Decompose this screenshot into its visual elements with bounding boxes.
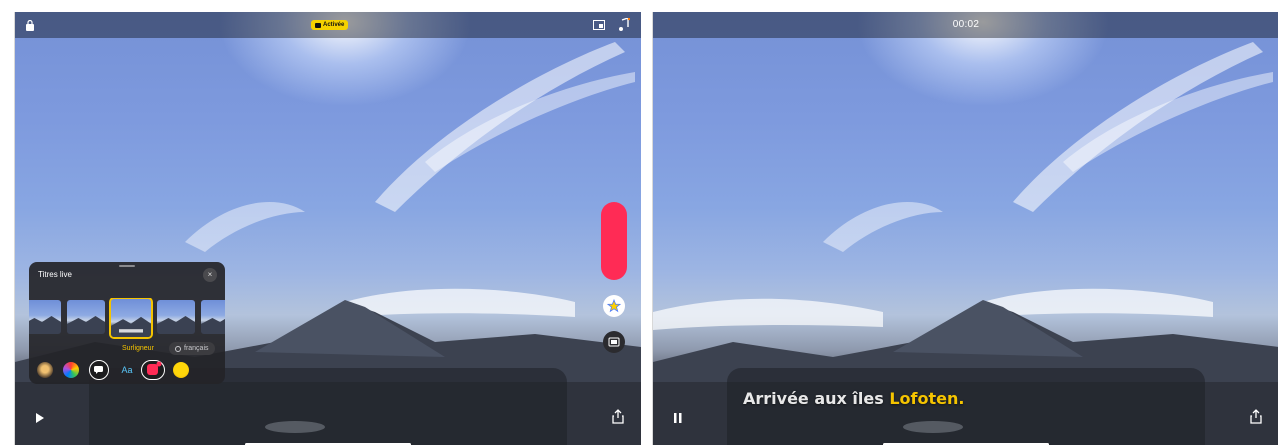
close-button[interactable]: × xyxy=(203,268,217,282)
globe-icon xyxy=(175,345,181,352)
language-label: français xyxy=(184,345,209,352)
media-library-button[interactable] xyxy=(603,331,625,353)
live-titles-active-badge[interactable]: Activée xyxy=(311,20,349,30)
aspect-ratio-icon[interactable] xyxy=(593,20,605,30)
title-style-carousel[interactable] xyxy=(29,298,225,340)
live-titles-icon[interactable] xyxy=(89,360,109,380)
selected-style-label: Surligneur xyxy=(122,345,154,352)
live-titles-panel: Titres live × Surligneur français Aa xyxy=(29,262,225,384)
title-style-option-surligneur[interactable] xyxy=(109,298,153,339)
live-title-caption: Arrivée aux îles Lofoten. xyxy=(743,389,964,408)
recording-timecode: 00:02 xyxy=(952,19,980,30)
title-style-option-1[interactable] xyxy=(29,300,61,334)
pause-icon[interactable] xyxy=(673,412,683,424)
music-icon[interactable] xyxy=(618,18,630,32)
panel-grabber[interactable] xyxy=(119,265,135,267)
color-filter-icon[interactable] xyxy=(63,362,79,378)
panel-title: Titres live xyxy=(38,270,72,279)
camera-screen-recording-setup: Activée Titres live × Surligneur françai… xyxy=(14,12,641,445)
lock-icon[interactable] xyxy=(25,18,35,32)
language-selector[interactable]: français xyxy=(169,342,215,355)
caption-highlighted-word: Lofoten. xyxy=(889,389,965,408)
record-button[interactable] xyxy=(601,202,627,280)
title-style-option-2[interactable] xyxy=(67,300,105,334)
effects-star-icon xyxy=(606,298,622,313)
share-icon[interactable] xyxy=(1249,408,1263,424)
top-bar: Activée xyxy=(15,12,641,38)
title-style-option-4[interactable] xyxy=(157,300,195,334)
selfie-scene-icon[interactable] xyxy=(37,362,53,378)
text-icon[interactable]: Aa xyxy=(117,362,137,378)
effects-button[interactable] xyxy=(603,295,625,317)
effects-toolbar: Aa xyxy=(35,360,221,380)
stickers-icon[interactable] xyxy=(141,360,165,380)
live-titles-badge-icon xyxy=(315,22,321,28)
status-badge-label: Activée xyxy=(323,22,345,28)
caption-text: Arrivée aux îles xyxy=(743,389,890,408)
share-icon[interactable] xyxy=(611,408,625,424)
camera-screen-playback: 00:02 Arrivée aux îles Lofoten. xyxy=(652,12,1278,445)
photo-library-icon xyxy=(608,337,620,347)
play-icon[interactable] xyxy=(35,412,45,424)
emoji-icon[interactable] xyxy=(173,362,189,378)
title-style-option-5[interactable] xyxy=(201,300,225,334)
top-bar: 00:02 xyxy=(653,12,1278,38)
